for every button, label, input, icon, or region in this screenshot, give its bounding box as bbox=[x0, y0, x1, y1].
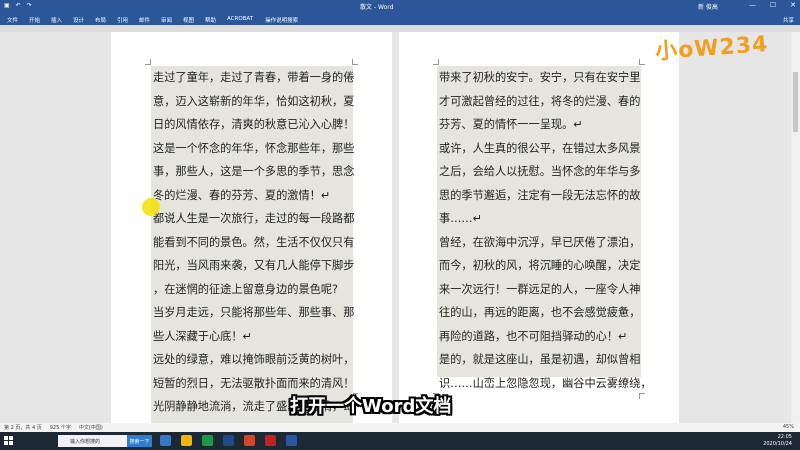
margin-mark bbox=[433, 59, 439, 65]
text-line[interactable]: 冬的烂漫、春的芬芳、夏的激情！↵ bbox=[151, 184, 353, 208]
text-line[interactable]: 些人深藏于心底！↵ bbox=[151, 325, 353, 349]
page-2-text[interactable]: 带来了初秋的安宁。安宁，只有在安宁里 才可激起曾经的过往，将冬的烂漫、春的 芬芳、夏… bbox=[437, 66, 652, 390]
scrollbar-thumb[interactable] bbox=[793, 72, 798, 132]
ribbon-tab[interactable]: ACROBAT bbox=[227, 16, 253, 24]
text-line[interactable]: 思的季节邂逅，注定有一段无法忘怀的故 bbox=[437, 184, 641, 208]
text-line[interactable]: 而今，初秋的风，将沉睡的心唤醒，决定 bbox=[437, 254, 641, 278]
vertical-scrollbar[interactable] bbox=[791, 32, 800, 423]
system-clock[interactable]: 22:05 2020/10/24 bbox=[763, 434, 792, 448]
title-bar: ▣ ↶ ↷ 散文 - Word 新 俊高 — ☐ ✕ bbox=[0, 0, 800, 13]
windows-start-icon[interactable] bbox=[4, 436, 13, 445]
ribbon-tab[interactable]: 审阅 bbox=[161, 16, 183, 24]
text-line[interactable]: 阳光，当风雨来袭，又有几人能停下脚步 bbox=[151, 254, 354, 278]
margin-mark bbox=[639, 59, 645, 65]
ribbon-tab[interactable]: 操作说明搜索 bbox=[265, 16, 298, 24]
ribbon-tab[interactable]: 布局 bbox=[95, 16, 117, 24]
save-icon[interactable]: ▣ bbox=[4, 2, 10, 9]
window-controls: — ☐ ✕ bbox=[749, 1, 796, 9]
text-line[interactable]: 是的，就是这座山，虽是初遇，却似曾相 bbox=[437, 348, 641, 372]
folder-icon[interactable] bbox=[181, 435, 192, 446]
text-line[interactable]: 来一次远行！一群远足的人，一座令人神 bbox=[437, 278, 641, 302]
text-line[interactable]: 能看到不同的景色。然，生活不仅仅只有 bbox=[151, 231, 354, 255]
ribbon-tab[interactable]: 文件 bbox=[7, 16, 29, 24]
page-2[interactable]: 带来了初秋的安宁。安宁，只有在安宁里 才可激起曾经的过往，将冬的烂漫、春的 芬芳、夏… bbox=[399, 32, 679, 423]
text-line[interactable]: 或许，人生真的很公平，在错过太多风景 bbox=[437, 137, 641, 161]
clock-date: 2020/10/24 bbox=[763, 441, 792, 447]
recorder-icon[interactable] bbox=[265, 435, 276, 446]
text-line[interactable]: 都说人生是一次旅行，走过的每一段路都 bbox=[151, 207, 354, 231]
taskbar: 输入你想搜的 搜索一下 22:05 2020/10/24 bbox=[0, 432, 800, 450]
text-line[interactable]: 当岁月走远，只能将那些年、那些事、那 bbox=[151, 301, 354, 325]
text-line[interactable]: 带来了初秋的安宁。安宁，只有在安宁里 bbox=[437, 66, 641, 90]
text-line[interactable]: ，在迷惘的征途上留意身边的景色呢? bbox=[151, 278, 353, 302]
chrome-icon[interactable] bbox=[202, 435, 213, 446]
ribbon-tab[interactable]: 帮助 bbox=[205, 16, 227, 24]
ribbon-tab[interactable]: 开始 bbox=[29, 16, 51, 24]
video-subtitle: 打开一个Word文档 bbox=[290, 396, 452, 417]
text-line[interactable]: 识……山峦上忽隐忽现，幽谷中云雾缭绕， bbox=[437, 372, 652, 396]
ribbon-tab[interactable]: 邮件 bbox=[139, 16, 161, 24]
maximize-icon[interactable]: ☐ bbox=[770, 1, 776, 9]
document-area[interactable]: 走过了童年，走过了青春，带着一身的倦 意，迈入这崭新的年华，恰如这初秋，夏 日的风情… bbox=[0, 32, 800, 430]
text-line[interactable]: 事……↵ bbox=[437, 207, 641, 231]
page-1[interactable]: 走过了童年，走过了青春，带着一身的倦 意，迈入这崭新的年华，恰如这初秋，夏 日的风情… bbox=[111, 32, 392, 430]
margin-mark bbox=[145, 59, 151, 65]
close-icon[interactable]: ✕ bbox=[790, 1, 796, 9]
text-line[interactable]: 曾经，在欲海中沉浮，早已厌倦了漂泊， bbox=[437, 231, 641, 255]
language[interactable]: 中文(中国) bbox=[79, 424, 103, 431]
page-1-text[interactable]: 走过了童年，走过了青春，带着一身的倦 意，迈入这崭新的年华，恰如这初秋，夏 日的风情… bbox=[151, 66, 354, 430]
text-line[interactable]: 意，迈入这崭新的年华，恰如这初秋，夏 bbox=[151, 90, 354, 114]
ribbon-tab[interactable]: 插入 bbox=[51, 16, 73, 24]
text-line[interactable]: 走过了童年，走过了青春，带着一身的倦 bbox=[151, 66, 354, 90]
text-line[interactable]: 远处的绿意，难以掩饰眼前泛黄的树叶， bbox=[151, 348, 354, 372]
share-button[interactable]: 共享 bbox=[783, 16, 794, 24]
redo-icon[interactable]: ↷ bbox=[27, 2, 32, 9]
undo-icon[interactable]: ↶ bbox=[16, 2, 21, 9]
photoshop-icon[interactable] bbox=[223, 435, 234, 446]
word-count[interactable]: 925 个字 bbox=[50, 424, 71, 431]
text-line[interactable]: 芬芳、夏的情怀一一呈现。↵ bbox=[437, 113, 641, 137]
document-title: 散文 - Word bbox=[360, 4, 394, 11]
word-icon[interactable] bbox=[286, 435, 297, 446]
clock-time: 22:05 bbox=[777, 434, 792, 440]
powerpoint-icon[interactable] bbox=[244, 435, 255, 446]
text-line[interactable]: 往的山，再远的距离，也不会感觉疲惫， bbox=[437, 301, 641, 325]
ribbon-tab[interactable]: 引用 bbox=[117, 16, 139, 24]
status-bar: 第 2 页，共 4 页 925 个字 中文(中国) 45% bbox=[0, 423, 800, 432]
ribbon-tab[interactable]: 设计 bbox=[73, 16, 95, 24]
minimize-icon[interactable]: — bbox=[749, 1, 756, 9]
ribbon-tabs: 文件 开始 插入 设计 布局 引用 邮件 审阅 视图 帮助 ACROBAT 操作说明搜索 共享 bbox=[0, 13, 800, 25]
text-line[interactable]: 日的风情依存，清爽的秋意已沁入心脾！ bbox=[151, 113, 354, 137]
zoom-level[interactable]: 45% bbox=[783, 424, 794, 430]
text-line[interactable]: 之后，会给人以抚慰。当怀念的年华与多 bbox=[437, 160, 641, 184]
ribbon-tab[interactable]: 视图 bbox=[183, 16, 205, 24]
text-line[interactable]: 才可激起曾经的过往，将冬的烂漫、春的 bbox=[437, 90, 641, 114]
margin-mark bbox=[352, 59, 358, 65]
text-line[interactable]: 再险的道路，也不可阻挡驿动的心！↵ bbox=[437, 325, 641, 349]
ruler bbox=[0, 25, 800, 32]
ie-icon[interactable] bbox=[160, 435, 171, 446]
text-line[interactable]: 事，那些人，这是一个多思的季节，思念 bbox=[151, 160, 354, 184]
search-button[interactable]: 搜索一下 bbox=[127, 435, 152, 447]
mouse-cursor-highlight bbox=[142, 198, 160, 216]
page-count[interactable]: 第 2 页，共 4 页 bbox=[4, 424, 42, 431]
quick-access-toolbar: ▣ ↶ ↷ bbox=[4, 2, 32, 9]
text-line[interactable]: 这是一个怀念的年华，怀念那些年，那些 bbox=[151, 137, 354, 161]
user-name[interactable]: 新 俊高 bbox=[698, 2, 718, 11]
